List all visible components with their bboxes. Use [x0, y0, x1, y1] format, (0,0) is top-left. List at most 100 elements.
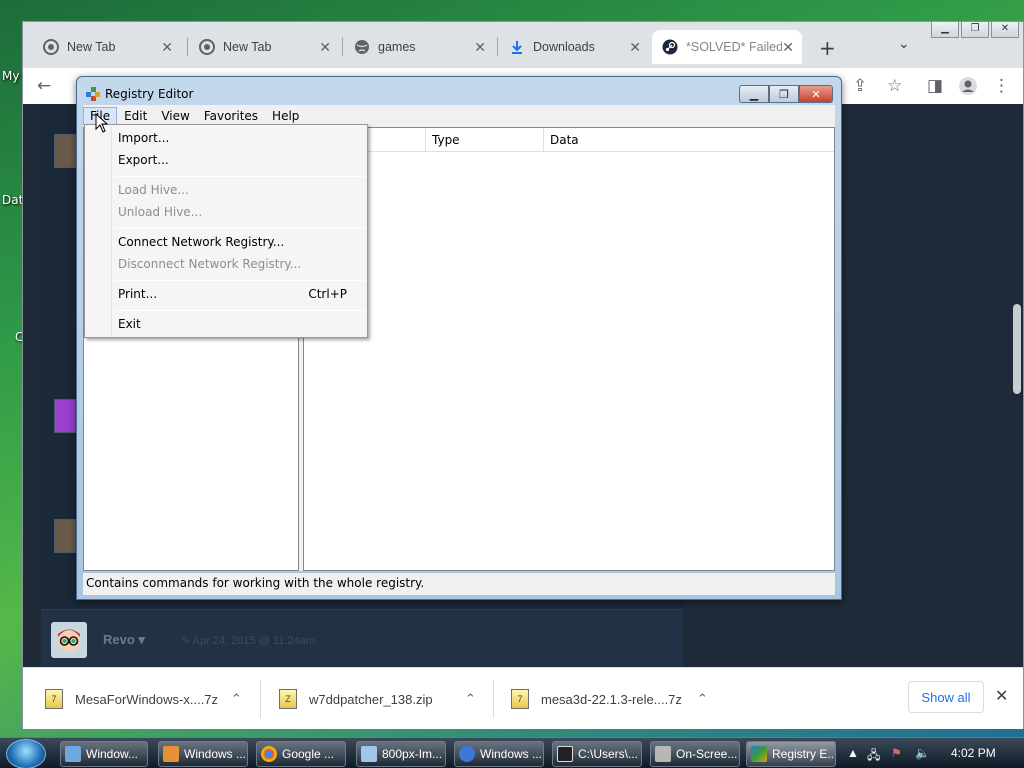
minimize-button[interactable]: ▁	[931, 22, 959, 38]
maximize-button[interactable]: ❐	[769, 85, 799, 103]
menu-gutter	[111, 127, 112, 335]
tab-label: *SOLVED* Failed	[686, 40, 784, 54]
tab-new-tab-2[interactable]: New Tab ✕	[189, 30, 339, 64]
tab-strip: New Tab ✕ New Tab ✕ games ✕ Downloads ✕ …	[23, 22, 1023, 68]
chevron-up-icon[interactable]: ⌃	[231, 691, 242, 707]
tab-separator	[497, 38, 498, 56]
download-item-mesa-windows[interactable]: 7 MesaForWindows-x....7z ⌃	[45, 684, 255, 714]
system-tray: ▲ 🖧 ⚑ 🔈 4:02 PM	[843, 738, 1024, 768]
volume-icon[interactable]: 🔈	[915, 746, 930, 760]
download-item-mesa3d[interactable]: 7 mesa3d-22.1.3-rele....7z ⌃	[511, 684, 721, 714]
taskbar-button-windows-media[interactable]: Windows ...	[158, 741, 248, 767]
tab-separator	[342, 38, 343, 56]
profile-avatar-icon[interactable]	[958, 76, 978, 101]
registry-editor-icon	[751, 746, 767, 762]
steam-icon	[662, 39, 678, 55]
desktop-icon-label-my[interactable]: My	[2, 69, 19, 83]
close-icon[interactable]: ✕	[629, 39, 641, 56]
keyboard-icon	[655, 746, 671, 762]
registry-values-pane[interactable]: Type Data	[303, 127, 835, 571]
start-button[interactable]	[6, 739, 46, 768]
menu-kebab-icon[interactable]: ⋮	[993, 76, 1010, 96]
menu-help[interactable]: Help	[265, 107, 306, 125]
menu-separator	[115, 176, 365, 177]
chevron-up-icon[interactable]: ⌃	[465, 691, 476, 707]
close-icon[interactable]: ✕	[995, 686, 1008, 705]
user-avatar[interactable]	[54, 519, 76, 553]
post-author[interactable]: Revo ▾	[103, 632, 145, 648]
taskbar-button-on-screen-keyboard[interactable]: On-Scree...	[650, 741, 740, 767]
edit-icon: ✎	[181, 635, 191, 647]
window-controls: ▁ ❐ ✕	[739, 85, 833, 103]
post-date: ✎ Apr 24, 2015 @ 11:24am	[181, 635, 315, 647]
download-item-w7ddpatcher[interactable]: Z w7ddpatcher_138.zip ⌃	[279, 684, 489, 714]
taskbar-button-google-chrome[interactable]: Google ...	[256, 741, 346, 767]
menu-item-load-hive[interactable]: Load Hive...	[118, 183, 189, 197]
tab-search-chevron-icon[interactable]: ⌄	[898, 36, 910, 52]
chevron-up-icon[interactable]: ⌃	[697, 691, 708, 707]
close-icon[interactable]: ✕	[319, 39, 331, 56]
download-shelf: 7 MesaForWindows-x....7z ⌃ Z w7ddpatcher…	[23, 667, 1023, 729]
show-hidden-icons-chevron-icon[interactable]: ▲	[847, 746, 859, 760]
divider	[493, 680, 494, 718]
desktop-icon-label-dat[interactable]: Dat	[2, 193, 23, 207]
taskbar-button-registry-editor[interactable]: Registry E...	[746, 741, 836, 767]
tab-new-tab-1[interactable]: New Tab ✕	[33, 30, 181, 64]
avatar[interactable]	[51, 622, 87, 658]
clock[interactable]: 4:02 PM	[951, 746, 996, 760]
menu-item-disconnect-network-registry[interactable]: Disconnect Network Registry...	[118, 257, 301, 271]
menu-favorites[interactable]: Favorites	[197, 107, 265, 125]
menu-edit[interactable]: Edit	[117, 107, 154, 125]
archive-file-icon: 7	[511, 689, 529, 709]
show-all-button[interactable]: Show all	[908, 681, 984, 713]
forum-post-header: Revo ▾ ✎ Apr 24, 2015 @ 11:24am	[41, 609, 683, 667]
close-icon[interactable]: ✕	[161, 39, 173, 56]
taskbar-button-windows-help[interactable]: Windows ...	[454, 741, 544, 767]
download-filename: mesa3d-22.1.3-rele....7z	[541, 691, 682, 707]
taskbar: Window... Windows ... Google ... 800px-I…	[0, 737, 1024, 768]
close-window-button[interactable]: ✕	[991, 22, 1019, 38]
network-icon[interactable]: 🖧	[867, 746, 880, 767]
menu-item-print[interactable]: Print...	[118, 287, 157, 301]
page-scrollbar[interactable]	[1013, 304, 1021, 394]
menu-item-import[interactable]: Import...	[118, 131, 169, 145]
tab-downloads[interactable]: Downloads ✕	[499, 30, 649, 64]
status-bar: Contains commands for working with the w…	[83, 573, 835, 595]
column-header-data[interactable]: Data	[544, 128, 834, 152]
new-tab-button[interactable]: +	[819, 36, 836, 60]
menu-item-exit[interactable]: Exit	[118, 317, 141, 331]
divider	[260, 680, 261, 718]
mouse-cursor-icon	[95, 112, 109, 133]
bookmark-star-icon[interactable]: ☆	[887, 76, 902, 96]
minimize-button[interactable]: ▁	[739, 85, 769, 103]
taskbar-button-window[interactable]: Window...	[60, 741, 148, 767]
user-avatar[interactable]	[54, 134, 76, 168]
back-arrow-icon[interactable]: ←	[37, 76, 51, 96]
menu-item-export[interactable]: Export...	[118, 153, 169, 167]
menu-item-unload-hive[interactable]: Unload Hive...	[118, 205, 202, 219]
side-panel-icon[interactable]: ◨	[927, 76, 943, 96]
menu-item-connect-network-registry[interactable]: Connect Network Registry...	[118, 235, 284, 249]
column-header-type[interactable]: Type	[426, 128, 544, 152]
menu-view[interactable]: View	[154, 107, 196, 125]
close-window-button[interactable]: ✕	[799, 85, 833, 103]
file-menu-dropdown: Import... Export... Load Hive... Unload …	[84, 124, 368, 338]
share-icon[interactable]: ⇪	[853, 76, 867, 96]
download-filename: MesaForWindows-x....7z	[75, 691, 219, 707]
window-controls: ▁ ❐ ✕	[931, 22, 1019, 38]
window-title: Registry Editor	[105, 87, 194, 101]
download-icon	[509, 39, 525, 55]
taskbar-button-image[interactable]: 800px-Im...	[356, 741, 446, 767]
tab-separator	[187, 38, 188, 56]
tab-games[interactable]: games ✕	[344, 30, 494, 64]
menu-separator	[115, 280, 365, 281]
close-icon[interactable]: ✕	[474, 39, 486, 56]
taskbar-button-7zip[interactable]: C:\Users\...	[552, 741, 642, 767]
close-icon[interactable]: ✕	[782, 39, 794, 56]
action-center-flag-icon[interactable]: ⚑	[891, 746, 902, 760]
print-shortcut: Ctrl+P	[308, 287, 347, 301]
tab-solved-failed[interactable]: *SOLVED* Failed ✕	[652, 30, 802, 64]
user-avatar[interactable]	[54, 399, 76, 433]
maximize-button[interactable]: ❐	[961, 22, 989, 38]
help-icon	[459, 746, 475, 762]
